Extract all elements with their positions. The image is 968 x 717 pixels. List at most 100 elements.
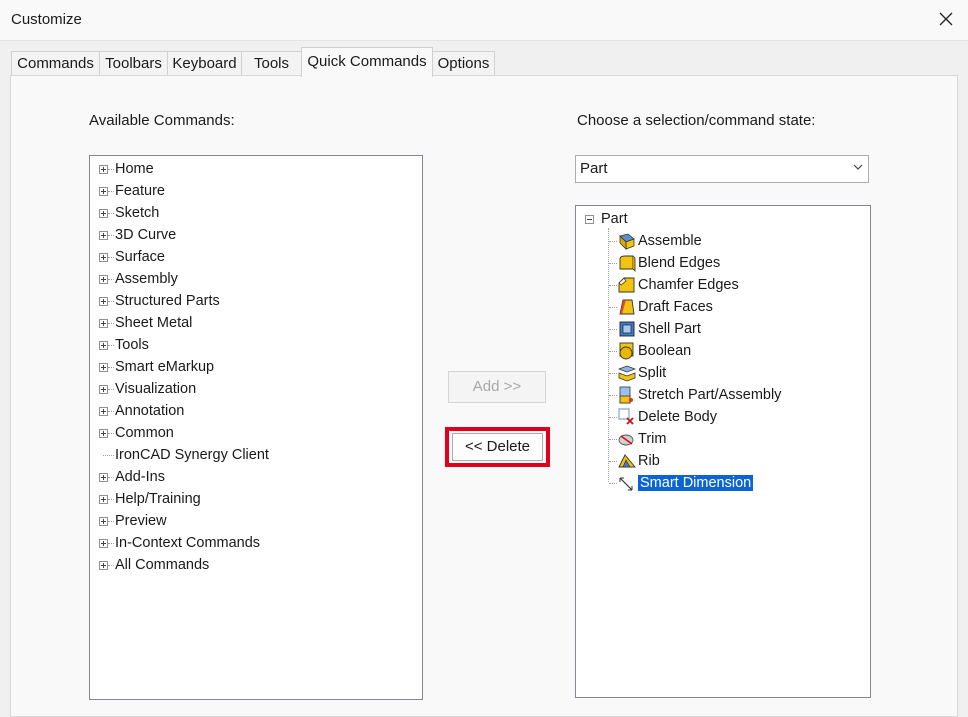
- quick-command-label: Boolean: [638, 343, 692, 359]
- quick-command-item[interactable]: Smart Dimension: [638, 472, 754, 494]
- blend-edges-icon: [619, 255, 636, 272]
- expand-icon[interactable]: [99, 561, 108, 570]
- tab-quick-commands[interactable]: Quick Commands: [301, 47, 433, 77]
- tab-options[interactable]: Options: [432, 51, 495, 76]
- tree-connector: [108, 543, 114, 544]
- tree-connector: [108, 213, 114, 214]
- tree-connector: [108, 565, 114, 566]
- tree-connector: [609, 417, 617, 418]
- tree-connector: [108, 345, 114, 346]
- expand-icon[interactable]: [99, 539, 108, 548]
- expand-icon[interactable]: [99, 187, 108, 196]
- assemble-icon: [619, 233, 635, 250]
- quick-command-item[interactable]: Blend Edges: [638, 252, 720, 274]
- command-category-item[interactable]: Preview: [115, 510, 167, 532]
- tab-toolbars[interactable]: Toolbars: [99, 51, 168, 76]
- collapse-icon[interactable]: [585, 215, 594, 224]
- quick-command-item[interactable]: Rib: [638, 450, 660, 472]
- command-category-item[interactable]: Sketch: [115, 202, 159, 224]
- window-title: Customize: [11, 11, 82, 28]
- quick-command-label: Split: [638, 365, 667, 381]
- close-button[interactable]: [928, 4, 964, 34]
- quick-command-label: Trim: [638, 431, 667, 447]
- tree-connector: [108, 235, 114, 236]
- quick-command-item[interactable]: Delete Body: [638, 406, 717, 428]
- tree-connector: [108, 301, 114, 302]
- command-category-item[interactable]: All Commands: [115, 554, 209, 576]
- command-category-item[interactable]: Sheet Metal: [115, 312, 192, 334]
- command-category-item[interactable]: Assembly: [115, 268, 178, 290]
- quick-command-label: Smart Dimension: [638, 475, 754, 491]
- quick-command-item[interactable]: Chamfer Edges: [638, 274, 739, 296]
- expand-icon[interactable]: [99, 209, 108, 218]
- close-icon: [939, 12, 953, 26]
- quick-command-item[interactable]: Stretch Part/Assembly: [638, 384, 781, 406]
- expand-icon[interactable]: [99, 517, 108, 526]
- stretch-icon: [619, 386, 633, 404]
- tab-keyboard[interactable]: Keyboard: [167, 51, 242, 76]
- expand-icon[interactable]: [99, 253, 108, 262]
- tree-connector: [108, 169, 114, 170]
- command-category-item[interactable]: 3D Curve: [115, 224, 176, 246]
- tree-connector: [108, 433, 114, 434]
- command-category-item[interactable]: Add-Ins: [115, 466, 165, 488]
- expand-icon[interactable]: [99, 165, 108, 174]
- expand-icon[interactable]: [99, 407, 108, 416]
- quick-command-label: Blend Edges: [638, 255, 721, 271]
- tree-connector: [609, 373, 617, 374]
- available-commands-label: Available Commands:: [89, 112, 235, 129]
- available-commands-list[interactable]: Home Feature Sketch 3D Curve Surface Assembly…: [89, 155, 423, 700]
- chamfer-edges-icon: [618, 277, 635, 293]
- tree-root-part[interactable]: Part: [601, 208, 628, 230]
- command-category-item[interactable]: Tools: [115, 334, 149, 356]
- expand-icon[interactable]: [99, 429, 108, 438]
- quick-command-label: Delete Body: [638, 409, 717, 425]
- tree-connector: [108, 191, 114, 192]
- command-category-item[interactable]: Feature: [115, 180, 165, 202]
- quick-command-item[interactable]: Shell Part: [638, 318, 701, 340]
- command-category-item[interactable]: Annotation: [115, 400, 184, 422]
- quick-command-item[interactable]: Boolean: [638, 340, 691, 362]
- trim-icon: [618, 434, 634, 446]
- tab-tools[interactable]: Tools: [241, 51, 302, 76]
- command-category-item[interactable]: IronCAD Synergy Client: [115, 444, 269, 466]
- tree-connector: [609, 241, 617, 242]
- command-category-item[interactable]: Common: [115, 422, 174, 444]
- tree-connector: [108, 279, 114, 280]
- quick-command-label: Rib: [638, 453, 660, 469]
- add-button[interactable]: Add >>: [448, 371, 546, 403]
- quick-command-item[interactable]: Draft Faces: [638, 296, 713, 318]
- command-category-item[interactable]: Surface: [115, 246, 165, 268]
- tab-commands[interactable]: Commands: [11, 51, 100, 76]
- tree-connector: [108, 521, 114, 522]
- title-bar: Customize: [0, 0, 968, 41]
- tree-connector: [609, 351, 617, 352]
- expand-icon[interactable]: [99, 495, 108, 504]
- tree-connector: [103, 455, 114, 456]
- expand-icon[interactable]: [99, 341, 108, 350]
- command-category-item[interactable]: Smart eMarkup: [115, 356, 214, 378]
- command-category-item[interactable]: Home: [115, 158, 154, 180]
- quick-command-label: Assemble: [638, 233, 702, 249]
- tree-connector: [609, 307, 617, 308]
- command-category-item[interactable]: Help/Training: [115, 488, 201, 510]
- state-dropdown-value: Part: [580, 160, 608, 177]
- expand-icon[interactable]: [99, 363, 108, 372]
- tree-connector: [108, 367, 114, 368]
- quick-command-item[interactable]: Assemble: [638, 230, 702, 252]
- quick-command-item[interactable]: Trim: [638, 428, 666, 450]
- expand-icon[interactable]: [99, 297, 108, 306]
- state-dropdown[interactable]: Part: [575, 155, 869, 183]
- command-category-item[interactable]: Visualization: [115, 378, 196, 400]
- quick-commands-tree[interactable]: Part Assemble Blend Edges Chamfer Edges Dra…: [575, 205, 871, 698]
- quick-command-item[interactable]: Split: [638, 362, 666, 384]
- command-category-item[interactable]: In-Context Commands: [115, 532, 260, 554]
- command-category-item[interactable]: Structured Parts: [115, 290, 220, 312]
- expand-icon[interactable]: [99, 385, 108, 394]
- expand-icon[interactable]: [99, 275, 108, 284]
- draft-faces-icon: [619, 299, 635, 315]
- expand-icon[interactable]: [99, 231, 108, 240]
- delete-button[interactable]: << Delete: [452, 433, 543, 461]
- expand-icon[interactable]: [99, 473, 108, 482]
- expand-icon[interactable]: [99, 319, 108, 328]
